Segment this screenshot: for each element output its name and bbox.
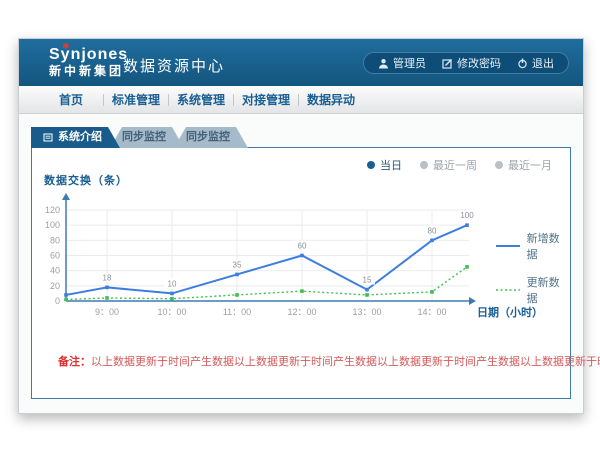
data-point	[465, 223, 469, 227]
data-point	[105, 296, 109, 300]
time-filter-last-week[interactable]: 最近一周	[420, 157, 477, 173]
y-tick-label: 80	[50, 235, 60, 245]
user-menu[interactable]: 管理员	[378, 55, 426, 71]
change-password-label: 修改密码	[457, 55, 501, 71]
main-nav: 首页 标准管理 系统管理 对接管理 数据异动	[19, 86, 583, 114]
logo-text-cn: 新中新集团	[49, 65, 128, 78]
radio-dot-icon	[367, 161, 375, 169]
logout-label: 退出	[532, 55, 554, 71]
radio-label: 当日	[380, 157, 402, 173]
tab-bar: 系统介绍 同步监控 同步监控	[31, 127, 238, 148]
user-icon	[378, 58, 389, 69]
edit-icon	[442, 58, 453, 69]
chart-x-axis-title: 日期（小时）	[477, 305, 543, 319]
data-label: 15	[363, 276, 372, 285]
footnote-text: 以上数据更新于时间产生数据以上数据更新于时间产生数据以上数据更新于时间产生数据以…	[91, 356, 600, 368]
nav-item-system-mgmt[interactable]: 系统管理	[169, 91, 233, 108]
data-point	[465, 265, 469, 269]
nav-item-home[interactable]: 首页	[39, 91, 103, 108]
y-tick-label: 100	[45, 220, 60, 230]
data-label: 35	[233, 260, 242, 269]
data-label: 18	[103, 273, 112, 282]
tab-label: 同步监控	[122, 131, 166, 143]
time-filter-group: 当日 最近一周 最近一月	[367, 157, 552, 173]
radio-dot-icon	[495, 161, 503, 169]
y-tick-label: 120	[45, 205, 60, 215]
chart-y-axis-title: 数据交换（条）	[44, 172, 128, 188]
series-line-0	[66, 225, 467, 295]
data-label: 80	[428, 226, 437, 235]
data-point	[365, 293, 369, 297]
chart-panel: 当日 最近一周 最近一月 数据交换（条） 0 20 40 60 80 100 120 9：00…	[31, 147, 571, 399]
user-name: 管理员	[393, 55, 426, 71]
time-filter-today[interactable]: 当日	[367, 157, 402, 173]
logo: Synjones ✱ 新中新集团	[49, 46, 128, 78]
x-tick-label: 10：00	[157, 307, 186, 317]
app-window: Synjones ✱ 新中新集团 数据资源中心 管理员 修改密码 退出 首页 标…	[18, 38, 584, 414]
data-point	[300, 254, 304, 258]
data-point	[170, 292, 174, 296]
tab-sync-monitor-1[interactable]: 同步监控	[110, 127, 184, 148]
x-tick-label: 13：00	[352, 307, 381, 317]
logout-button[interactable]: 退出	[517, 55, 554, 71]
change-password-button[interactable]: 修改密码	[442, 55, 501, 71]
radio-dot-icon	[420, 161, 428, 169]
document-icon	[43, 133, 53, 143]
legend-label: 新增数据	[527, 230, 570, 262]
data-point	[300, 289, 304, 293]
footnote-label: 备注：	[58, 356, 91, 368]
time-filter-last-month[interactable]: 最近一月	[495, 157, 552, 173]
nav-item-data-change[interactable]: 数据异动	[299, 91, 363, 108]
x-tick-label: 12：00	[287, 307, 316, 317]
tab-sync-monitor-2[interactable]: 同步监控	[174, 127, 248, 148]
y-axis-arrow-icon	[62, 193, 70, 200]
app-header: Synjones ✱ 新中新集团 数据资源中心 管理员 修改密码 退出	[19, 39, 583, 86]
x-tick-label: 11：00	[223, 307, 251, 317]
data-point	[64, 298, 68, 302]
data-label: 100	[460, 211, 474, 220]
nav-item-connection-mgmt[interactable]: 对接管理	[234, 91, 298, 108]
footnote: 备注：以上数据更新于时间产生数据以上数据更新于时间产生数据以上数据更新于时间产生…	[32, 353, 570, 369]
radio-label: 最近一周	[433, 157, 477, 173]
x-axis-arrow-icon	[469, 297, 476, 305]
tab-label: 同步监控	[186, 131, 230, 143]
y-tick-label: 40	[50, 266, 60, 276]
data-point	[430, 239, 434, 243]
data-label: 60	[298, 242, 307, 251]
data-point	[64, 293, 68, 297]
chart-legend: 新增数据更新数据	[496, 230, 570, 306]
data-point	[170, 297, 174, 301]
tab-system-intro[interactable]: 系统介绍	[31, 127, 120, 148]
y-tick-label: 20	[50, 281, 60, 291]
y-tick-label: 0	[55, 296, 60, 306]
series-line-1	[66, 267, 467, 300]
data-point	[430, 290, 434, 294]
legend-line-sample-icon	[496, 243, 520, 249]
legend-item-0[interactable]: 新增数据	[496, 230, 570, 262]
x-tick-label: 14：00	[417, 307, 446, 317]
page-title: 数据资源中心	[123, 55, 225, 76]
nav-item-standard-mgmt[interactable]: 标准管理	[104, 91, 168, 108]
data-point	[365, 288, 369, 292]
legend-label: 更新数据	[527, 274, 570, 306]
data-label: 10	[168, 279, 177, 288]
user-toolbar: 管理员 修改密码 退出	[363, 52, 569, 74]
legend-line-sample-icon	[496, 287, 520, 293]
x-tick-label: 9：00	[95, 307, 119, 317]
data-point	[235, 273, 239, 277]
chart-plot: 0 20 40 60 80 100 120 9：00 10：00 11：00 12：00 13：00 1…	[32, 188, 572, 338]
data-point	[235, 293, 239, 297]
data-point	[105, 286, 109, 290]
y-tick-label: 60	[50, 251, 60, 261]
logo-accent-icon: ✱	[62, 42, 70, 52]
logo-text-en: Synjones	[49, 46, 128, 64]
power-icon	[517, 58, 528, 69]
legend-item-1[interactable]: 更新数据	[496, 274, 570, 306]
radio-label: 最近一月	[508, 157, 552, 173]
tab-label: 系统介绍	[58, 127, 102, 148]
